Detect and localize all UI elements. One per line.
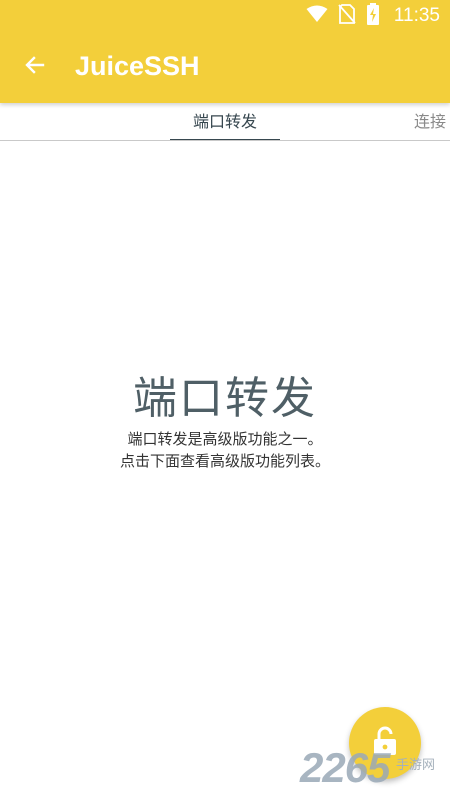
app-title: JuiceSSH bbox=[75, 51, 200, 81]
watermark: 2265 手游网 bbox=[300, 744, 450, 796]
tab-label: 连接 bbox=[414, 112, 447, 131]
battery-charging-icon bbox=[366, 3, 380, 29]
empty-state-title: 端口转发 bbox=[133, 373, 317, 424]
empty-state-line-1: 端口转发是高级版功能之一。 bbox=[127, 430, 323, 448]
empty-state-description: 端口转发是高级版功能之一。 点击下面查看高级版功能列表。 bbox=[0, 428, 450, 472]
tab-connections[interactable]: 连接 bbox=[414, 103, 447, 140]
back-button[interactable] bbox=[14, 46, 56, 88]
tab-label: 端口转发 bbox=[192, 112, 257, 131]
tab-port-forwarding[interactable]: 端口转发 bbox=[170, 103, 280, 140]
status-icons: 11:35 bbox=[306, 3, 440, 29]
arrow-left-icon bbox=[23, 53, 47, 81]
tab-bar: 端口转发 连接 bbox=[0, 103, 450, 141]
toolbar: JuiceSSH bbox=[0, 32, 450, 103]
no-sim-icon bbox=[338, 4, 356, 28]
status-clock: 11:35 bbox=[393, 5, 440, 26]
empty-state-line-2: 点击下面查看高级版功能列表。 bbox=[119, 452, 330, 470]
status-bar: 11:35 bbox=[0, 0, 450, 32]
tab-indicator bbox=[170, 139, 280, 140]
watermark-text: 手游网 bbox=[396, 758, 436, 773]
app-bar: 11:35 JuiceSSH bbox=[0, 0, 450, 103]
wifi-icon bbox=[306, 5, 328, 27]
watermark-number: 2265 bbox=[300, 744, 390, 791]
